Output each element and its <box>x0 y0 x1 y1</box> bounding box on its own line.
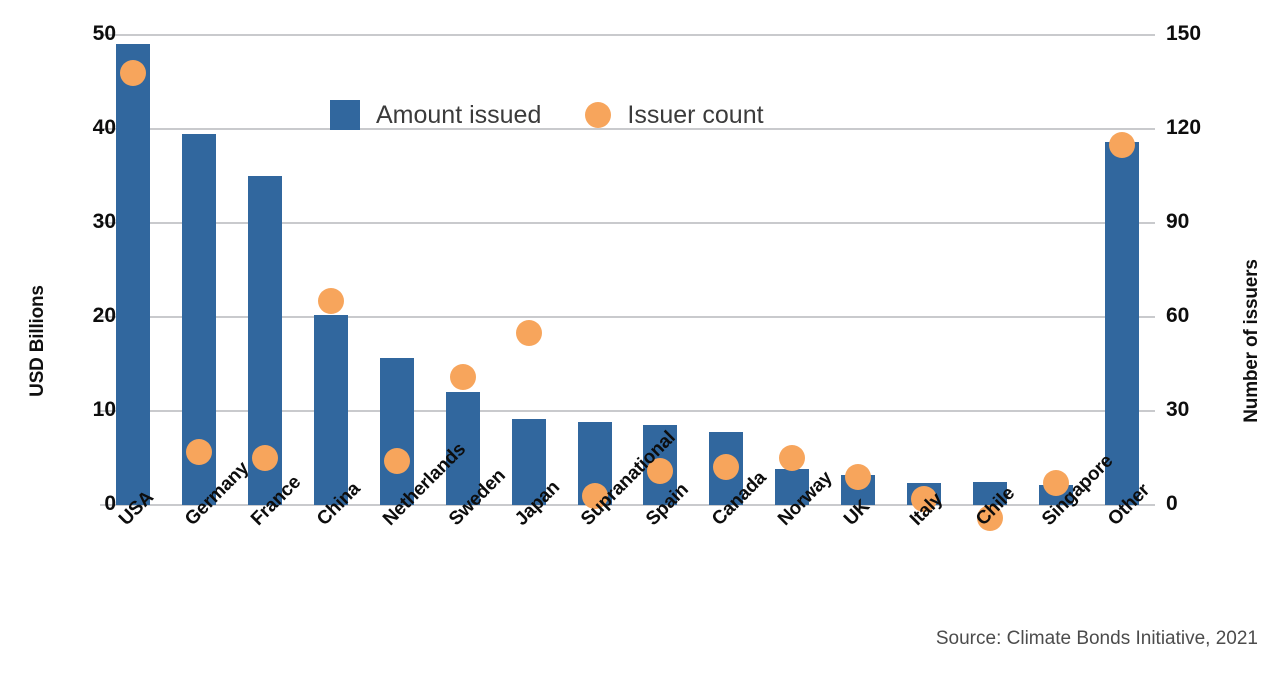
bar-china <box>314 315 348 505</box>
bar-usa <box>116 44 150 505</box>
legend-label-amount-issued: Amount issued <box>376 100 542 129</box>
dot-china <box>318 288 344 314</box>
dot-uk <box>845 464 871 490</box>
y-axis-right-title: Number of issuers <box>1241 259 1262 423</box>
dot-france <box>252 445 278 471</box>
dot-usa <box>120 60 146 86</box>
source-note: Source: Climate Bonds Initiative, 2021 <box>935 628 1258 649</box>
gridline <box>100 34 1155 36</box>
legend-item-amount-issued: Amount issued <box>330 100 541 130</box>
y-tick-left: 0 <box>104 492 116 515</box>
bar-other <box>1105 142 1139 505</box>
dot-other <box>1109 132 1135 158</box>
legend-label-issuer-count: Issuer count <box>627 100 764 129</box>
dot-canada <box>713 454 739 480</box>
chart-figure: USD Billions Number of issuers 0 10 20 30 40… <box>0 0 1280 681</box>
y-tick-left: 30 <box>92 210 116 233</box>
bar-netherlands <box>380 358 414 505</box>
y-tick-left: 40 <box>92 116 116 139</box>
y-tick-right: 0 <box>1166 492 1178 515</box>
y-tick-right: 150 <box>1166 22 1202 45</box>
legend-square-icon <box>330 100 360 130</box>
y-axis-left-title: USD Billions <box>27 285 48 397</box>
y-tick-right: 120 <box>1166 116 1202 139</box>
y-tick-left: 50 <box>92 22 116 45</box>
y-tick-right: 90 <box>1166 210 1190 233</box>
dot-germany <box>186 439 212 465</box>
y-tick-right: 30 <box>1166 398 1190 421</box>
dot-norway <box>779 445 805 471</box>
y-tick-right: 60 <box>1166 304 1190 327</box>
dot-sweden <box>450 364 476 390</box>
legend-circle-icon <box>585 102 612 128</box>
y-tick-left: 20 <box>92 304 116 327</box>
dot-japan <box>516 320 542 346</box>
legend-item-issuer-count: Issuer count <box>585 100 764 130</box>
y-tick-left: 10 <box>92 398 116 421</box>
dot-netherlands <box>384 448 410 474</box>
chart-legend: Amount issued Issuer count <box>330 100 764 130</box>
